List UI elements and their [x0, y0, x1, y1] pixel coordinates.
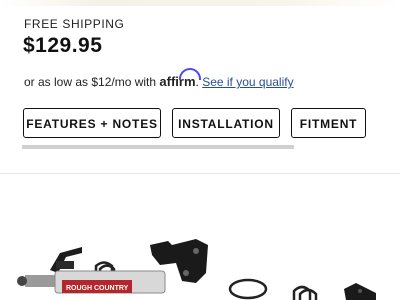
tab-fitment[interactable]: FITMENT	[291, 108, 366, 138]
section-divider	[0, 173, 400, 174]
product-tabs: FEATURES + NOTES INSTALLATION FITMENT	[0, 108, 400, 140]
financing-text: or as low as $12/mo with	[24, 75, 157, 89]
see-if-you-qualify-link[interactable]: See if you qualify	[202, 75, 293, 89]
product-image: ROUGH COUNTRY	[17, 239, 376, 300]
product-brand-text: ROUGH COUNTRY	[66, 285, 129, 292]
tabs-scrollbar[interactable]	[22, 145, 294, 149]
financing-info: or as low as $12/mo with affirm. See if …	[24, 74, 294, 89]
tab-features-notes[interactable]: FEATURES + NOTES	[23, 108, 161, 138]
top-banner-strip	[0, 0, 400, 6]
affirm-logo: affirm	[159, 74, 196, 89]
shipping-label: FREE SHIPPING	[24, 17, 125, 31]
tab-installation[interactable]: INSTALLATION	[172, 108, 280, 138]
product-price: $129.95	[23, 34, 103, 57]
